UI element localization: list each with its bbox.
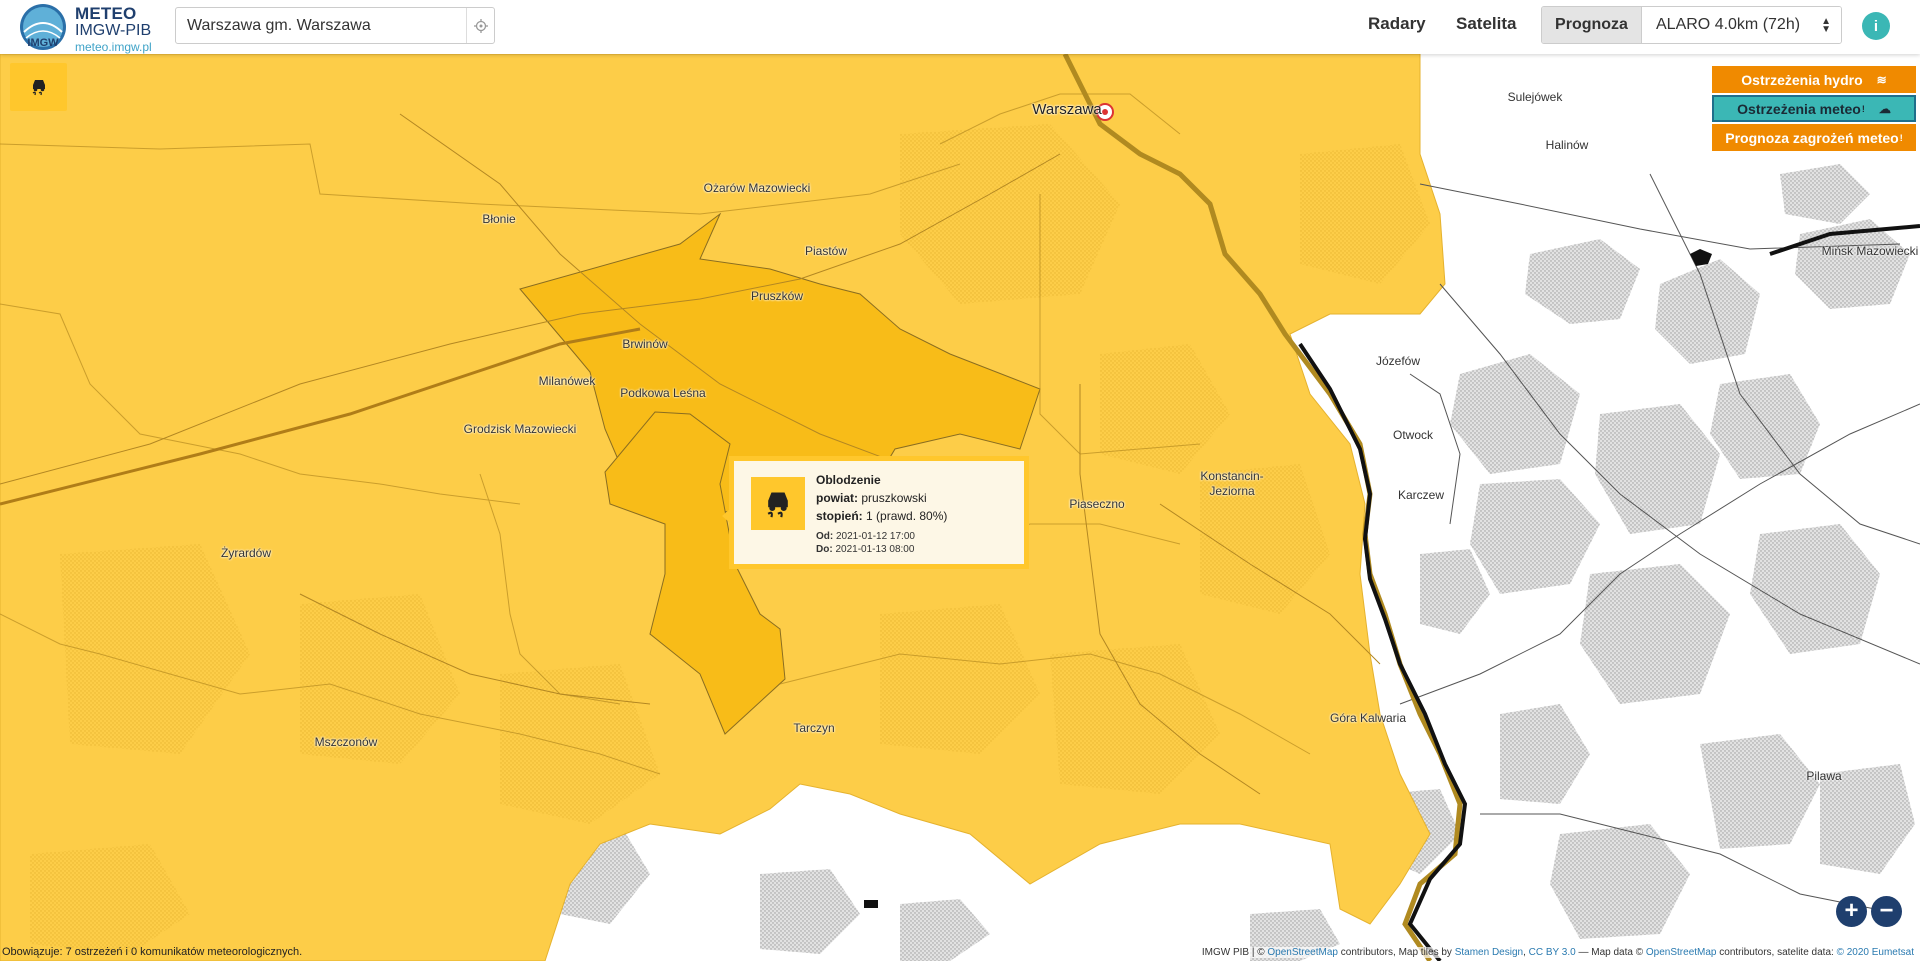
top-bar: IMGW METEO IMGW-PIB meteo.imgw.pl Radary… (0, 0, 1920, 54)
waves-icon: ≋ (1876, 72, 1887, 87)
location-search-input[interactable] (176, 16, 456, 35)
zoom-out-button[interactable]: − (1871, 896, 1902, 927)
place-jozefow: Józefów (1375, 354, 1421, 368)
place-sulejowek: Sulejówek (1507, 90, 1563, 104)
popup-powiat: powiat: pruszkowski (816, 491, 927, 505)
popup-stopien: stopień: 1 (prawd. 80%) (816, 509, 947, 523)
warning-popup[interactable]: Oblodzenie powiat: pruszkowski stopień: … (722, 456, 1029, 569)
place-konstancin-line2: Jeziorna (1209, 484, 1255, 498)
place-otwock: Otwock (1392, 428, 1434, 442)
model-select[interactable]: ALARO 4.0km (72h) ▲ ▼ (1642, 7, 1841, 43)
place-piastow: Piastów (804, 244, 848, 258)
place-gora-kalwaria: Góra Kalwaria (1329, 711, 1407, 725)
place-podkowa: Podkowa Leśna (620, 386, 706, 400)
logo-line1: METEO (75, 4, 137, 23)
place-konstancin-line1: Konstancin- (1200, 469, 1264, 483)
attr-link-osm-2[interactable]: OpenStreetMap (1646, 947, 1717, 958)
nav-prognoza[interactable]: Prognoza (1542, 7, 1642, 43)
place-halinow: Halinów (1545, 138, 1589, 152)
nav-radary[interactable]: Radary (1368, 14, 1426, 34)
app-root: IMGW METEO IMGW-PIB meteo.imgw.pl Radary… (0, 0, 1920, 961)
slippery-road-icon (32, 80, 45, 96)
attr-text-4: — Map data © (1575, 947, 1646, 958)
attr-link-eumetsat[interactable]: © 2020 Eumetsat (1837, 947, 1914, 958)
layer-ostrzezenia-meteo[interactable]: Ostrzeżenia meteo ! ☁ (1712, 95, 1916, 122)
attr-text-1: IMGW PIB | © (1201, 947, 1268, 958)
cloud-icon: ☁ (1878, 101, 1891, 116)
layer-prognoza-zagrozen[interactable]: Prognoza zagrożeń meteo ! (1712, 124, 1916, 151)
place-zyrardow: Żyrardów (220, 546, 272, 560)
crosshair-icon (473, 18, 488, 33)
zoom-in-button[interactable]: + (1836, 896, 1867, 927)
nav-satelita[interactable]: Satelita (1456, 14, 1516, 34)
select-caret-icon: ▲ ▼ (1821, 16, 1831, 35)
place-milanowek: Milanówek (538, 374, 596, 388)
lake-shape-2 (864, 900, 878, 908)
popup-powiat-value: pruszkowski (861, 491, 927, 505)
logo-text[interactable]: METEO IMGW-PIB meteo.imgw.pl (75, 5, 152, 53)
place-ozarow: Ożarów Mazowiecki (703, 181, 811, 195)
popup-title: Oblodzenie (816, 473, 881, 487)
place-pruszkow: Pruszków (750, 289, 804, 303)
layer-meteo-sup: ! (1861, 103, 1865, 114)
model-select-value: ALARO 4.0km (72h) (1656, 16, 1801, 33)
logo-line2: IMGW-PIB (75, 22, 152, 39)
info-icon[interactable]: i (1862, 12, 1890, 40)
place-mszczonow: Mszczonów (314, 735, 378, 749)
status-bar-text: Obowiązuje: 7 ostrzeżeń i 0 komunikatów … (2, 946, 303, 958)
place-pilawa: Pilawa (1806, 769, 1842, 783)
logo-line3: meteo.imgw.pl (75, 40, 152, 54)
warning-type-button[interactable] (10, 63, 67, 111)
logo-badge-text: IMGW (27, 37, 59, 49)
popup-od-value: 2021-01-12 17:00 (836, 531, 915, 542)
imgw-logo[interactable]: IMGW (18, 2, 72, 52)
place-warszawa: Warszawa (1032, 101, 1102, 118)
layer-ostrzezenia-hydro[interactable]: Ostrzeżenia hydro ≋ (1712, 66, 1916, 93)
place-tarczyn: Tarczyn (793, 721, 835, 735)
location-search (175, 7, 495, 44)
place-piaseczno: Piaseczno (1069, 497, 1125, 511)
popup-do-value: 2021-01-13 08:00 (835, 544, 915, 555)
place-grodzisk: Grodzisk Mazowiecki (463, 422, 577, 436)
popup-powiat-label: powiat: (816, 491, 858, 505)
popup-od-label: Od: (816, 531, 834, 542)
popup-arrow (722, 509, 730, 523)
attr-link-osm[interactable]: OpenStreetMap (1267, 947, 1338, 958)
popup-do: Do: 2021-01-13 08:00 (816, 544, 914, 555)
attr-text-5: contributors, satelite data: (1716, 947, 1837, 958)
layer-hydro-label: Ostrzeżenia hydro (1741, 71, 1863, 88)
place-minsk: Mińsk Mazowiecki (1821, 244, 1919, 258)
place-karczew: Karczew (1397, 488, 1445, 502)
attr-link-cc[interactable]: CC BY 3.0 (1529, 947, 1576, 958)
locate-button[interactable] (466, 8, 494, 43)
popup-icon-box (751, 477, 805, 530)
attr-link-stamen[interactable]: Stamen Design (1455, 947, 1523, 958)
layer-zagrozenia-label: Prognoza zagrożeń meteo (1725, 129, 1899, 146)
forecast-group: Prognoza ALARO 4.0km (72h) ▲ ▼ (1541, 6, 1842, 44)
slippery-road-icon (767, 492, 788, 517)
layer-meteo-label: Ostrzeżenia meteo (1737, 100, 1861, 117)
popup-do-label: Do: (816, 544, 833, 555)
popup-od: Od: 2021-01-12 17:00 (816, 531, 915, 542)
attr-text-2: contributors, Map tiles by (1337, 947, 1455, 958)
popup-stopien-label: stopień: (816, 509, 863, 523)
place-blonie: Błonie (482, 212, 516, 226)
map-attribution: IMGW PIB | © OpenStreetMap contributors,… (1199, 947, 1916, 958)
place-konstancin: Konstancin- Jeziorna (1200, 469, 1263, 499)
place-brwinow: Brwinów (622, 337, 668, 351)
popup-stopien-value: 1 (prawd. 80%) (866, 509, 948, 523)
layer-zagrozenia-sup: ! (1899, 132, 1903, 143)
